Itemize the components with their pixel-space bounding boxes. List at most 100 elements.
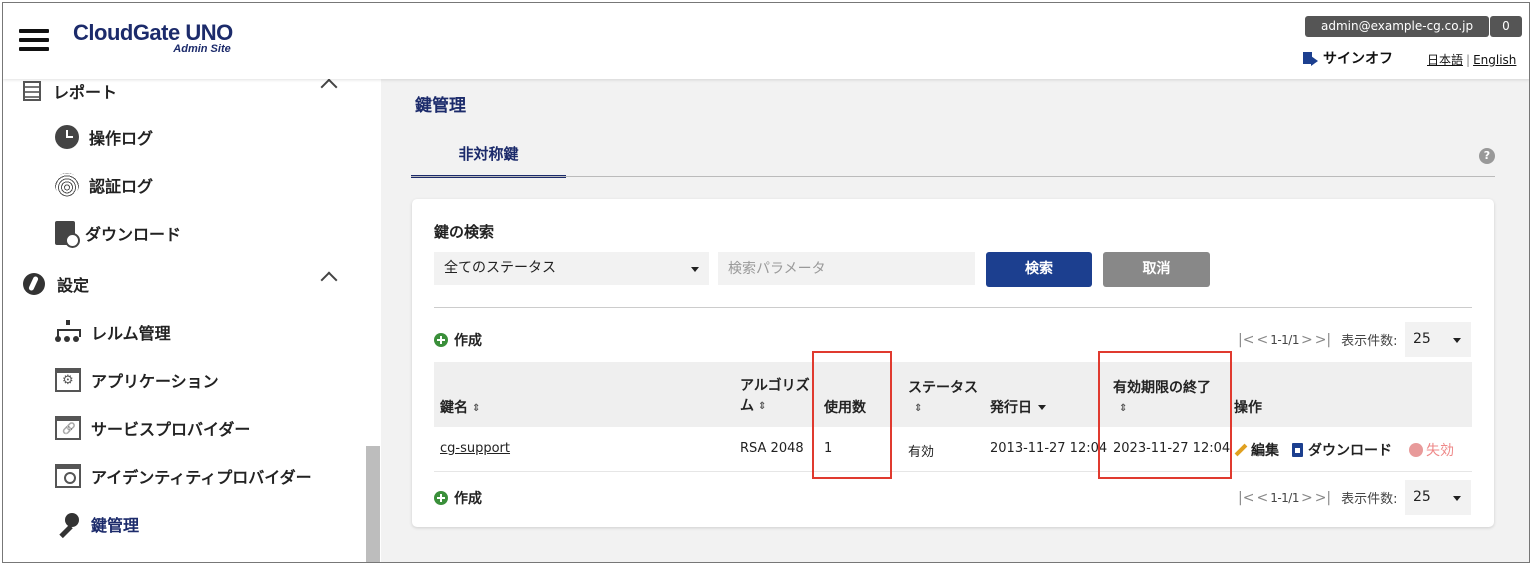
cancel-button[interactable]: 取消 bbox=[1103, 252, 1210, 287]
app-logo[interactable]: CloudGate UNO Admin Site bbox=[73, 20, 233, 56]
sidebar-item-label: レルム管理 bbox=[91, 324, 171, 343]
notification-count-badge[interactable]: 0 bbox=[1490, 16, 1522, 37]
edit-label: 編集 bbox=[1251, 443, 1279, 459]
plus-circle-icon bbox=[434, 333, 448, 347]
search-param-input[interactable] bbox=[718, 252, 975, 285]
help-icon[interactable]: ? bbox=[1479, 148, 1495, 164]
cell-usage-count: 1 bbox=[824, 441, 833, 456]
hamburger-menu-icon[interactable] bbox=[19, 29, 49, 51]
sidebar-section-label: レポート bbox=[53, 83, 118, 102]
page-range: 1-1/1 bbox=[1270, 332, 1299, 347]
download-action[interactable]: ダウンロード bbox=[1292, 440, 1392, 460]
sidebar-section-report[interactable]: レポート bbox=[23, 79, 338, 103]
sidebar-item-label: ダウンロード bbox=[85, 225, 182, 244]
revoke-label: 失効 bbox=[1426, 443, 1454, 459]
table-row: cg-support RSA 2048 1 有効 2013-11-27 12:0… bbox=[434, 427, 1472, 472]
cell-issued-date: 2013-11-27 12:04 bbox=[990, 441, 1108, 456]
per-page-select-bottom[interactable]: 25 bbox=[1405, 480, 1471, 515]
lang-separator: | bbox=[1466, 53, 1471, 67]
column-header-expiry[interactable]: 有効期限の終了 ⇕ bbox=[1113, 378, 1211, 419]
tab-divider bbox=[411, 176, 1495, 177]
settings-icon bbox=[23, 273, 45, 295]
signoff-icon bbox=[1303, 50, 1319, 66]
card-divider bbox=[434, 307, 1472, 308]
sidebar-section-label: 設定 bbox=[57, 276, 90, 295]
sidebar-item-label: 鍵管理 bbox=[91, 516, 140, 535]
search-section-title: 鍵の検索 bbox=[434, 223, 495, 241]
pager-top: |< < 1-1/1 > >| 表示件数: bbox=[1238, 330, 1398, 350]
sort-icon: ⇕ bbox=[472, 403, 481, 414]
sort-desc-icon bbox=[1038, 405, 1046, 410]
per-page-label: 表示件数: bbox=[1341, 334, 1398, 349]
user-email-badge[interactable]: admin@example-cg.co.jp bbox=[1305, 16, 1490, 37]
first-page-icon[interactable]: |< bbox=[1238, 490, 1254, 506]
key-name-link[interactable]: cg-support bbox=[440, 441, 510, 456]
certificate-window-icon bbox=[55, 464, 81, 488]
sidebar-item-label: 認証ログ bbox=[89, 177, 154, 196]
per-page-label: 表示件数: bbox=[1341, 492, 1398, 507]
last-page-icon[interactable]: >| bbox=[1315, 490, 1331, 506]
cell-algorithm: RSA 2048 bbox=[740, 441, 804, 456]
hierarchy-icon bbox=[55, 320, 81, 344]
table-header: 鍵名 ⇕ アルゴリズム ⇕ 使用数 ステータス ⇕ 発行日 有効期限の終了 ⇕ 操作 bbox=[434, 362, 1472, 427]
sort-icon: ⇕ bbox=[1119, 403, 1128, 414]
link-window-icon bbox=[55, 416, 81, 440]
create-key-button-top[interactable]: 作成 bbox=[434, 330, 482, 350]
fingerprint-icon bbox=[55, 173, 79, 197]
next-page-icon[interactable]: > bbox=[1301, 490, 1313, 506]
revoke-dot-icon bbox=[1409, 443, 1423, 457]
status-select[interactable]: 全てのステータス bbox=[434, 252, 709, 285]
report-icon bbox=[23, 81, 41, 101]
signoff-link[interactable]: サインオフ bbox=[1303, 48, 1393, 68]
sidebar-item-application[interactable]: アプリケーション bbox=[55, 368, 219, 392]
chevron-up-icon[interactable] bbox=[320, 271, 338, 289]
sort-icon: ⇕ bbox=[758, 401, 767, 412]
prev-page-icon[interactable]: < bbox=[1256, 332, 1268, 348]
column-header-algorithm[interactable]: アルゴリズム ⇕ bbox=[740, 376, 810, 417]
download-file-icon bbox=[1292, 443, 1303, 457]
chevron-up-icon[interactable] bbox=[320, 79, 338, 96]
sidebar-item-key-management[interactable]: 鍵管理 bbox=[55, 512, 139, 536]
sidebar-item-identity-provider[interactable]: アイデンティティプロバイダー bbox=[55, 464, 312, 488]
logo-main-text: CloudGate UNO bbox=[73, 20, 233, 45]
create-label: 作成 bbox=[454, 491, 482, 507]
revoke-action[interactable]: 失効 bbox=[1409, 440, 1454, 460]
page-range: 1-1/1 bbox=[1270, 490, 1299, 505]
download-label: ダウンロード bbox=[1308, 443, 1392, 459]
column-header-status[interactable]: ステータス ⇕ bbox=[908, 378, 978, 419]
sidebar-item-label: アプリケーション bbox=[91, 372, 219, 391]
cell-expiry: 2023-11-27 12:04 bbox=[1113, 441, 1231, 456]
prev-page-icon[interactable]: < bbox=[1256, 490, 1268, 506]
edit-action[interactable]: 編集 bbox=[1234, 440, 1279, 460]
pencil-icon bbox=[1234, 443, 1248, 457]
cell-key-name: cg-support bbox=[440, 441, 510, 456]
column-header-issued-date[interactable]: 発行日 bbox=[990, 398, 1046, 418]
sidebar-section-settings[interactable]: 設定 bbox=[23, 271, 338, 296]
sidebar-item-service-provider[interactable]: サービスプロバイダー bbox=[55, 416, 250, 440]
pager-bottom: |< < 1-1/1 > >| 表示件数: bbox=[1238, 488, 1398, 508]
sidebar-item-label: アイデンティティプロバイダー bbox=[91, 468, 312, 487]
column-header-key-name[interactable]: 鍵名 ⇕ bbox=[440, 398, 480, 419]
sidebar-item-download[interactable]: ダウンロード bbox=[55, 221, 182, 248]
create-key-button-bottom[interactable]: 作成 bbox=[434, 488, 482, 508]
first-page-icon[interactable]: |< bbox=[1238, 332, 1254, 348]
lang-japanese-link[interactable]: 日本語 bbox=[1427, 53, 1463, 67]
column-header-usage-count: 使用数 bbox=[824, 400, 866, 416]
create-label: 作成 bbox=[454, 333, 482, 349]
search-button[interactable]: 検索 bbox=[986, 252, 1092, 287]
sidebar-item-realm[interactable]: レルム管理 bbox=[55, 320, 171, 344]
sidebar-scrollbar-thumb[interactable] bbox=[366, 446, 380, 562]
per-page-select-top[interactable]: 25 bbox=[1405, 322, 1471, 357]
plus-circle-icon bbox=[434, 491, 448, 505]
last-page-icon[interactable]: >| bbox=[1315, 332, 1331, 348]
lang-english-link[interactable]: English bbox=[1473, 53, 1516, 67]
clock-icon bbox=[55, 125, 79, 149]
page-title: 鍵管理 bbox=[415, 96, 466, 116]
sidebar-item-label: 操作ログ bbox=[89, 129, 154, 148]
sidebar-item-operation-log[interactable]: 操作ログ bbox=[55, 125, 153, 149]
next-page-icon[interactable]: > bbox=[1301, 332, 1313, 348]
sidebar-item-auth-log[interactable]: 認証ログ bbox=[55, 173, 153, 197]
app-frame: CloudGate UNO Admin Site admin@example-c… bbox=[2, 2, 1530, 563]
key-icon bbox=[55, 512, 81, 536]
tab-asymmetric-key[interactable]: 非対称鍵 bbox=[411, 132, 566, 178]
